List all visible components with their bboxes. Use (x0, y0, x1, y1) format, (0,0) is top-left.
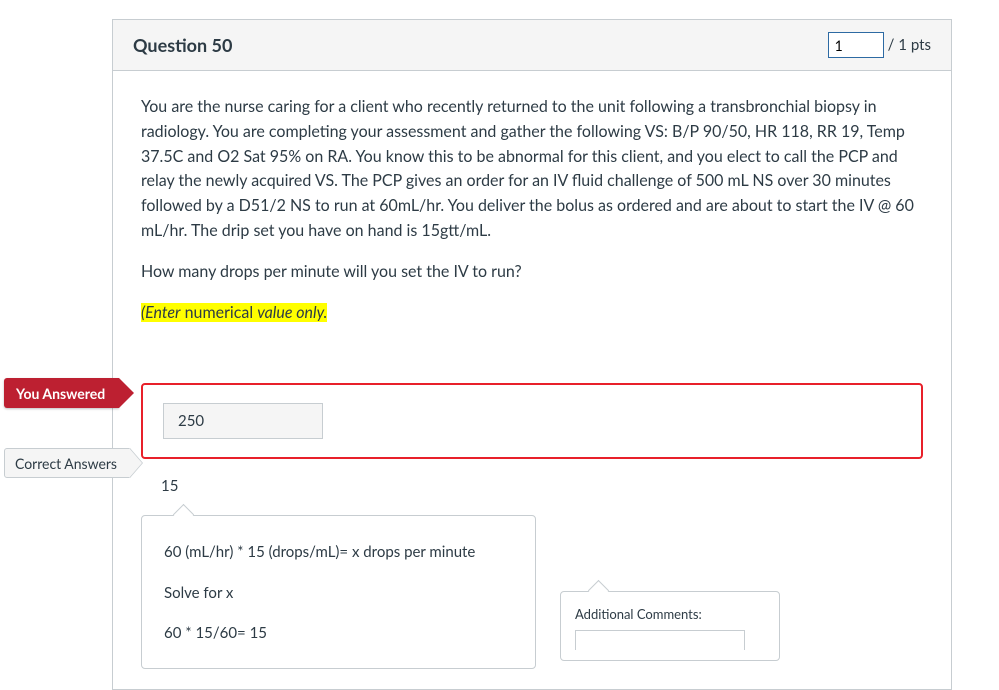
additional-comments-label: Additional Comments: (575, 606, 765, 622)
student-answer-zone: 250 (141, 383, 923, 459)
student-answer-value: 250 (163, 403, 323, 439)
correct-answers-flag: Correct Answers (4, 448, 130, 478)
explanation-line-1: 60 (mL/hr) * 15 (drops/mL)= x drops per … (164, 538, 513, 567)
points-input[interactable] (828, 32, 884, 58)
explanation-line-2: Solve for x (164, 579, 513, 608)
student-answer-frame: 250 (141, 383, 923, 459)
explanation-box: 60 (mL/hr) * 15 (drops/mL)= x drops per … (141, 515, 536, 669)
additional-comments-input[interactable] (575, 630, 745, 650)
question-title: Question 50 (133, 34, 232, 56)
correct-answer-row: 15 (141, 477, 923, 495)
explanation-line-3: 60 * 15/60= 15 (164, 619, 513, 648)
points-area: / 1 pts (828, 32, 931, 58)
correct-answers-label: Correct Answers (15, 455, 117, 472)
question-header: Question 50 / 1 pts (113, 20, 951, 71)
points-suffix: / 1 pts (888, 36, 931, 54)
question-body: You are the nurse caring for a client wh… (113, 71, 951, 359)
you-answered-flag: You Answered (4, 378, 119, 408)
question-hint: (Enter numerical value only. (141, 301, 923, 326)
you-answered-label: You Answered (16, 385, 105, 402)
additional-comments-panel: Additional Comments: (560, 591, 780, 661)
question-text-1: You are the nurse caring for a client wh… (141, 95, 923, 244)
hint-part-a: (Enter (141, 303, 181, 322)
correct-answer-value: 15 (141, 477, 178, 495)
hint-part-b: value only. (257, 303, 327, 322)
question-container: Question 50 / 1 pts You are the nurse ca… (112, 19, 952, 690)
hint-part-plain: numerical (181, 303, 258, 322)
question-text-2: How many drops per minute will you set t… (141, 260, 923, 285)
